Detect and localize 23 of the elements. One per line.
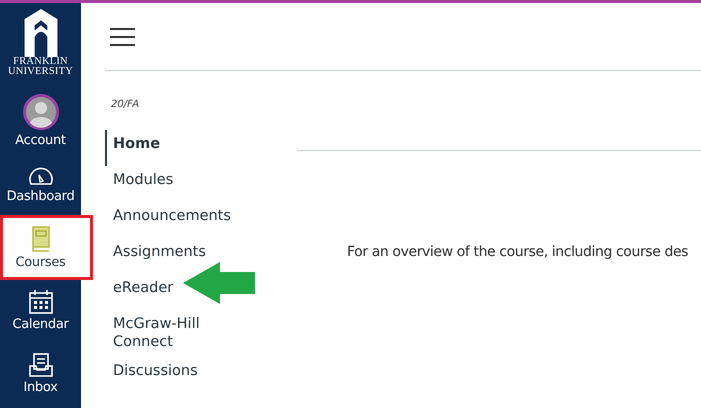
global-nav-item[interactable]: Inbox [0,342,81,405]
global-nav-item[interactable]: Calendar [0,279,81,342]
course-nav-link[interactable]: Modules [105,166,180,202]
avatar-icon [22,94,58,130]
term-label: 20/FA [110,98,140,112]
course-nav-link[interactable]: Discussions [105,357,204,393]
global-nav-item[interactable]: Account [0,89,81,153]
course-nav-link[interactable]: Announcements [105,202,237,238]
book-icon [30,226,50,252]
course-overview-text: For an overview of the course, including course des [347,244,690,260]
course-nav-link[interactable]: eReader [105,274,180,310]
calendar-icon [28,290,52,314]
global-nav-item[interactable]: Courses [0,216,81,279]
logo-text: FRANKLIN [13,57,68,67]
global-nav-item[interactable]: Dashboard [0,153,81,216]
logo-text: UNIVERSITY [8,67,73,77]
gauge-icon [28,166,54,186]
course-nav-link[interactable]: Home [105,130,166,166]
arch-logo-icon [22,9,60,57]
inbox-icon [28,352,52,376]
course-nav-link[interactable]: McGraw-Hill Connect [105,310,239,357]
menu-icon[interactable] [110,28,135,46]
course-nav-link[interactable]: Assignments [105,238,212,274]
